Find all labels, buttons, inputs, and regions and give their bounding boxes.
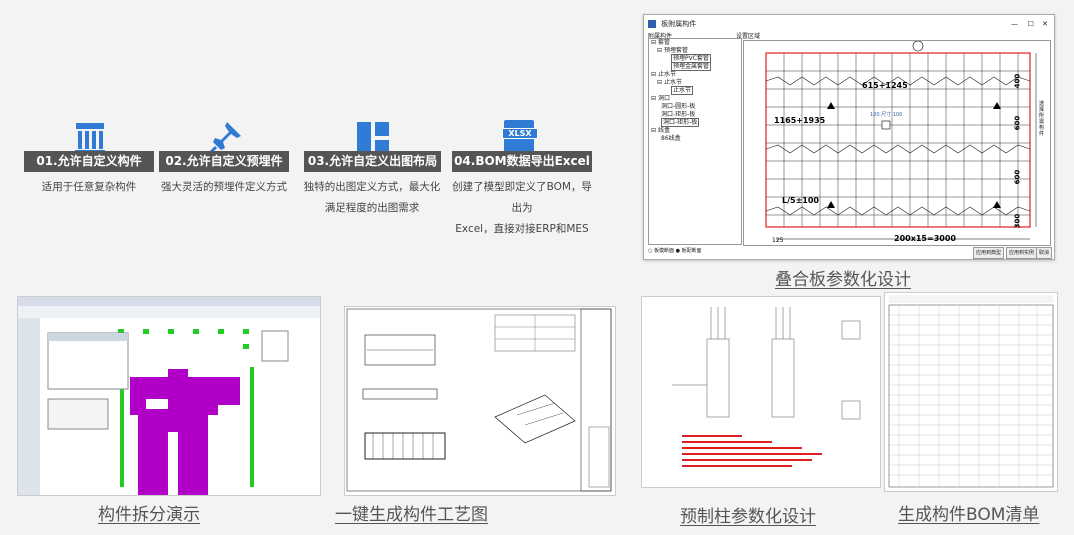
close-icon[interactable]: ✕ [1042, 15, 1048, 33]
minimize-icon[interactable]: — [1011, 15, 1018, 33]
radio-label: 板模断面 [653, 248, 674, 254]
feature-label-3: 03.允许自定义出图布局 [304, 151, 441, 172]
caption-stack-slab[interactable]: 叠合板参数化设计 [775, 265, 911, 290]
dimension-label: 300 [1013, 213, 1022, 229]
tree-node[interactable]: 洞口-圆形-板 [649, 103, 741, 111]
feature-desc-4: 创建了模型即定义了BOM，导出为 Excel，直接对接ERP和MES [447, 177, 597, 240]
feature-desc-line: 强大灵活的预埋件定义方式 [161, 181, 287, 193]
window-title: 板附属构件 [661, 20, 697, 28]
feature-desc-line: 独特的出图定义方式，最大化 [303, 181, 441, 193]
window-titlebar: 板附属构件 — ☐ ✕ [644, 15, 1054, 33]
tree-node[interactable]: 预埋金属套管 [649, 62, 741, 71]
slab-grid-drawing [765, 41, 1037, 240]
dimension-label: 400 [1013, 73, 1022, 89]
radio-group[interactable]: ○ 板模断面 ● 板配断面 [648, 247, 702, 254]
maximize-icon[interactable]: ☐ [1028, 15, 1034, 33]
stack-slab-window: 板附属构件 — ☐ ✕ 附属构件 设置区域 ⊟ 套管 ⊟ 预埋套管 预埋PVC套… [643, 14, 1055, 260]
dimension-label: 615+1245 [862, 81, 908, 90]
feature-desc-3: 独特的出图定义方式，最大化 满足程度的出图需求 [296, 177, 448, 219]
dimension-label: 125 [772, 237, 784, 244]
caption-column-design[interactable]: 预制柱参数化设计 [680, 502, 816, 527]
feature-label-4: 04.BOM数据导出Excel [452, 151, 592, 172]
tree-node[interactable]: ⊟ 洞口 [649, 95, 741, 103]
tree-node[interactable]: 止水节 [649, 86, 741, 95]
feature-label-1: 01.允许自定义构件 [24, 151, 154, 172]
dimension-label: 600 [1013, 169, 1022, 185]
tree-node[interactable]: 洞口-矩形-板 [649, 118, 741, 127]
component-tree[interactable]: ⊟ 套管 ⊟ 预埋套管 预埋PVC套管 预埋金属套管 ⊟ 止水节 ⊟ 止水节 止… [648, 38, 742, 245]
split-demo-thumbnail [17, 296, 321, 496]
column-drawing [672, 307, 861, 467]
bom-list-thumbnail [884, 292, 1058, 492]
tree-node[interactable]: 86线盒 [649, 135, 741, 143]
process-drawing [346, 308, 612, 492]
design-canvas[interactable]: 615+1245 1165+1935 L/5±100 200x15=3000 1… [743, 40, 1051, 246]
radio-icon[interactable]: ○ [648, 248, 652, 254]
feature-desc-line: 满足程度的出图需求 [324, 202, 420, 214]
caption-split-demo[interactable]: 构件拆分演示 [98, 500, 200, 525]
process-drawing-thumbnail [344, 306, 616, 496]
tree-node[interactable]: ⊟ 止水节 [649, 71, 741, 79]
feature-desc-line: 适用于任意复杂构件 [41, 181, 137, 193]
apply-typical-button[interactable]: 应用到典型 [973, 247, 1005, 259]
feature-desc-line: Excel，直接对接ERP和MES [455, 223, 589, 235]
tree-node[interactable]: ⊟ 线盒 [649, 127, 741, 135]
dimension-label: 600 [1013, 115, 1022, 131]
bom-table-drawing [888, 295, 1054, 488]
radio-label: 板配断面 [681, 248, 702, 254]
dimension-label: 200x15=3000 [894, 234, 956, 243]
feature-label-2: 02.允许自定义预埋件 [159, 151, 289, 172]
app-icon [648, 20, 656, 28]
dimension-label: L/5±100 [782, 196, 819, 205]
apply-instance-button[interactable]: 应用到实例 [1006, 247, 1038, 259]
small-dimension: 100 尺寸 100 [870, 112, 903, 118]
feature-desc-2: 强大灵活的预埋件定义方式 [154, 177, 294, 198]
split-demo-drawing [18, 297, 320, 495]
feature-desc-1: 适用于任意复杂构件 [24, 177, 154, 198]
column-design-thumbnail [641, 296, 881, 488]
xlsx-icon: XLSX [502, 120, 538, 152]
cancel-button[interactable]: 取消 [1036, 247, 1053, 259]
dimension-label: 1165+1935 [774, 116, 826, 125]
xlsx-text: XLSX [502, 128, 538, 139]
tree-node[interactable]: ⊟ 止水节 [649, 79, 741, 87]
caption-bom-list[interactable]: 生成构件BOM清单 [898, 500, 1039, 525]
side-text: 选择所需构件 [1039, 101, 1045, 137]
caption-process-drawing[interactable]: 一键生成构件工艺图 [335, 500, 488, 525]
tree-node[interactable]: ⊟ 套管 [649, 39, 741, 47]
radio-icon[interactable]: ● [676, 248, 680, 254]
feature-desc-line: 创建了模型即定义了BOM，导出为 [452, 181, 592, 214]
